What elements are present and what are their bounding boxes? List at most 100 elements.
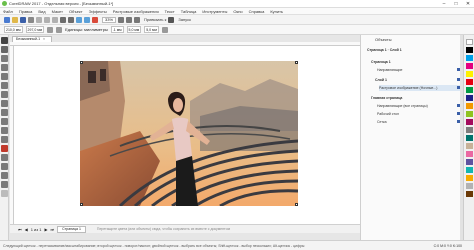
menu-text[interactable]: Текст: [165, 9, 175, 14]
selection-handle[interactable]: [80, 61, 83, 64]
menu-file[interactable]: Файл: [3, 9, 13, 14]
page-width-field[interactable]: 210,0 мм: [4, 26, 23, 33]
menu-bitmaps[interactable]: Растровые изображения: [113, 9, 159, 14]
options-icon[interactable]: [168, 16, 175, 23]
nudge-distance-field[interactable]: .1 мм: [110, 26, 124, 33]
color-swatch[interactable]: [466, 191, 473, 197]
transparency-tool-icon[interactable]: [1, 154, 8, 161]
menu-table[interactable]: Таблица: [181, 9, 197, 14]
color-swatch[interactable]: [466, 183, 473, 189]
next-page-icon[interactable]: ▶: [44, 227, 47, 232]
first-page-icon[interactable]: ⏮: [18, 227, 22, 232]
color-swatch[interactable]: [466, 143, 473, 149]
layer-1-row[interactable]: Слой 1: [375, 77, 462, 83]
landscape-icon[interactable]: [56, 26, 63, 33]
color-swatch[interactable]: [466, 167, 473, 173]
master-page-row[interactable]: Главная страница: [371, 95, 462, 101]
color-swatch[interactable]: [466, 127, 473, 133]
color-swatch[interactable]: [466, 79, 473, 85]
parallel-dimension-tool-icon[interactable]: [1, 127, 8, 134]
close-tab-icon[interactable]: ×: [43, 37, 45, 41]
maximize-button[interactable]: □: [452, 1, 460, 7]
copy-icon[interactable]: [44, 16, 50, 23]
selection-handle[interactable]: [80, 203, 83, 206]
color-swatch[interactable]: [466, 63, 473, 69]
menu-effects[interactable]: Эффекты: [89, 9, 107, 14]
desktop-layer-row[interactable]: Рабочий стол: [377, 111, 462, 117]
open-icon[interactable]: [12, 16, 18, 23]
color-swatch[interactable]: [466, 103, 473, 109]
selection-handle[interactable]: [295, 203, 298, 206]
selection-handle[interactable]: [295, 61, 298, 64]
current-page-row[interactable]: Страница 1 · Слой 1: [367, 47, 458, 53]
minimize-button[interactable]: –: [440, 1, 448, 7]
pick-tool-icon[interactable]: [1, 37, 8, 44]
publish-pdf-icon[interactable]: [92, 16, 98, 23]
new-document-icon[interactable]: [4, 16, 10, 23]
text-tool-icon[interactable]: [1, 118, 8, 125]
crop-tool-icon[interactable]: [1, 55, 8, 62]
smart-fill-tool-icon[interactable]: [1, 181, 8, 188]
rulers-icon[interactable]: [126, 16, 133, 23]
polygon-tool-icon[interactable]: [1, 109, 8, 116]
units-select[interactable]: Единицы: миллиметры: [65, 27, 108, 32]
color-swatch[interactable]: [466, 47, 473, 53]
color-swatch[interactable]: [466, 119, 473, 125]
paste-icon[interactable]: [52, 16, 58, 23]
last-page-icon[interactable]: ⏭: [51, 227, 55, 232]
zoom-tool-icon[interactable]: [1, 64, 8, 71]
export-icon[interactable]: [84, 16, 90, 23]
save-icon[interactable]: [20, 16, 26, 23]
color-swatch[interactable]: [466, 71, 473, 77]
color-swatch[interactable]: [466, 111, 473, 117]
page-tab[interactable]: Страница 1: [57, 225, 86, 233]
snap-to-dropdown[interactable]: Привязать к: [144, 17, 166, 22]
grid-layer-row[interactable]: Сетка: [377, 119, 462, 125]
page-node[interactable]: Страница 1: [371, 59, 462, 65]
cut-icon[interactable]: [36, 16, 42, 23]
color-swatch[interactable]: [466, 159, 473, 165]
duplicate-y-field[interactable]: 5,0 мм: [144, 26, 159, 33]
color-swatch[interactable]: [466, 175, 473, 181]
color-swatch[interactable]: [466, 39, 473, 45]
page-height-field[interactable]: 297,0 мм: [25, 26, 45, 33]
page-options-icon[interactable]: [161, 26, 168, 33]
menu-layout[interactable]: Макет: [52, 9, 63, 14]
add-tool-icon[interactable]: [1, 190, 8, 197]
eyedropper-tool-icon[interactable]: [1, 163, 8, 170]
portrait-icon[interactable]: [47, 26, 54, 33]
shape-tool-icon[interactable]: [1, 46, 8, 53]
redo-icon[interactable]: [68, 16, 74, 23]
color-swatch[interactable]: [466, 55, 473, 61]
ellipse-tool-icon[interactable]: [1, 100, 8, 107]
connector-tool-icon[interactable]: [1, 136, 8, 143]
guides-layer-row[interactable]: Направляющие: [377, 67, 462, 73]
drop-shadow-tool-icon[interactable]: [1, 145, 8, 152]
color-swatch[interactable]: [466, 135, 473, 141]
duplicate-x-field[interactable]: 5,0 мм: [126, 26, 142, 33]
bitmap-object-row[interactable]: Растровое изображение (Ночные...): [379, 85, 462, 91]
prev-page-icon[interactable]: ◀: [25, 227, 28, 232]
color-swatch[interactable]: [466, 151, 473, 157]
menu-view[interactable]: Вид: [38, 9, 45, 14]
interactive-fill-tool-icon[interactable]: [1, 172, 8, 179]
menu-buy[interactable]: Купить: [270, 9, 283, 14]
menu-window[interactable]: Окно: [233, 9, 242, 14]
launch-button[interactable]: Запуск: [178, 17, 191, 22]
menu-help[interactable]: Справка: [249, 9, 265, 14]
master-guides-row[interactable]: Направляющие (все страницы): [377, 103, 462, 109]
menu-object[interactable]: Объект: [69, 9, 83, 14]
print-icon[interactable]: [28, 16, 34, 23]
menu-tools[interactable]: Инструменты: [202, 9, 227, 14]
undo-icon[interactable]: [60, 16, 66, 23]
grid-icon[interactable]: [134, 16, 141, 23]
import-icon[interactable]: [76, 16, 82, 23]
freehand-tool-icon[interactable]: [1, 73, 8, 80]
full-screen-icon[interactable]: [118, 16, 125, 23]
artistic-media-tool-icon[interactable]: [1, 82, 8, 89]
close-button[interactable]: ✕: [464, 1, 472, 7]
color-swatch[interactable]: [466, 87, 473, 93]
zoom-level-select[interactable]: 33%: [102, 16, 117, 23]
color-swatch[interactable]: [466, 95, 473, 101]
menu-edit[interactable]: Правка: [19, 9, 33, 14]
